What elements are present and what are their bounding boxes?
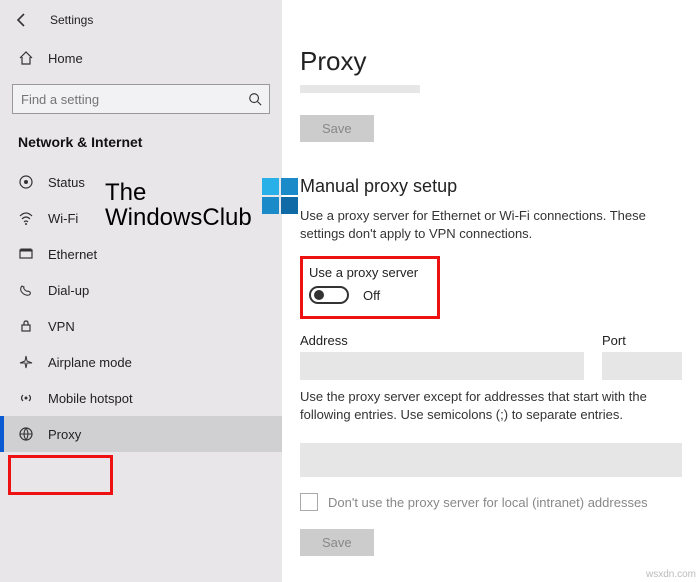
globe-icon (18, 426, 34, 442)
vpn-icon (18, 318, 34, 334)
home-nav[interactable]: Home (0, 36, 282, 80)
airplane-icon (18, 354, 34, 370)
sidebar-item-status[interactable]: Status (0, 164, 282, 200)
highlight-annotation-toggle: Use a proxy server Off (300, 256, 440, 319)
search-container (12, 84, 270, 114)
section-description: Use a proxy server for Ethernet or Wi-Fi… (300, 207, 682, 242)
local-bypass-checkbox[interactable] (300, 493, 318, 511)
toggle-knob (314, 290, 324, 300)
save-button[interactable]: Save (300, 115, 374, 142)
source-footer: wsxdn.com (646, 569, 696, 580)
sidebar-item-label: Mobile hotspot (48, 391, 133, 406)
local-bypass-label: Don't use the proxy server for local (in… (328, 495, 648, 510)
port-label: Port (602, 333, 682, 348)
sidebar-item-vpn[interactable]: VPN (0, 308, 282, 344)
highlight-annotation-proxy (8, 455, 113, 495)
window-title: Settings (50, 13, 93, 27)
address-input[interactable] (300, 352, 584, 380)
sidebar-item-label: Proxy (48, 427, 81, 442)
settings-sidebar: Settings Home Network & Internet Status … (0, 0, 282, 582)
sidebar-item-label: Status (48, 175, 85, 190)
sidebar-item-label: Airplane mode (48, 355, 132, 370)
hotspot-icon (18, 390, 34, 406)
category-header: Network & Internet (0, 130, 282, 164)
search-input[interactable] (12, 84, 270, 114)
save-button-2[interactable]: Save (300, 529, 374, 556)
main-content: Proxy Save Manual proxy setup Use a prox… (282, 0, 700, 582)
placeholder-line (300, 85, 420, 93)
sidebar-item-airplane[interactable]: Airplane mode (0, 344, 282, 380)
nav-list: Status Wi-Fi Ethernet Dial-up VPN Airpla… (0, 164, 282, 452)
wifi-icon (18, 210, 34, 226)
sidebar-item-label: VPN (48, 319, 75, 334)
exclusion-description: Use the proxy server except for addresse… (300, 388, 682, 423)
page-title: Proxy (300, 46, 682, 77)
section-heading: Manual proxy setup (300, 176, 682, 197)
sidebar-item-wifi[interactable]: Wi-Fi (0, 200, 282, 236)
search-icon (248, 92, 262, 106)
exclusion-input[interactable] (300, 443, 682, 477)
home-icon (18, 50, 34, 66)
port-input[interactable] (602, 352, 682, 380)
home-label: Home (48, 51, 83, 66)
sidebar-item-proxy[interactable]: Proxy (0, 416, 282, 452)
status-icon (18, 174, 34, 190)
address-label: Address (300, 333, 584, 348)
proxy-toggle[interactable] (309, 286, 349, 304)
sidebar-item-hotspot[interactable]: Mobile hotspot (0, 380, 282, 416)
ethernet-icon (18, 246, 34, 262)
sidebar-item-label: Wi-Fi (48, 211, 78, 226)
title-bar: Settings (0, 4, 282, 36)
dialup-icon (18, 282, 34, 298)
toggle-label: Use a proxy server (309, 265, 423, 280)
back-icon[interactable] (12, 10, 32, 30)
sidebar-item-ethernet[interactable]: Ethernet (0, 236, 282, 272)
sidebar-item-label: Ethernet (48, 247, 97, 262)
sidebar-item-dialup[interactable]: Dial-up (0, 272, 282, 308)
sidebar-item-label: Dial-up (48, 283, 89, 298)
toggle-state: Off (363, 288, 380, 303)
